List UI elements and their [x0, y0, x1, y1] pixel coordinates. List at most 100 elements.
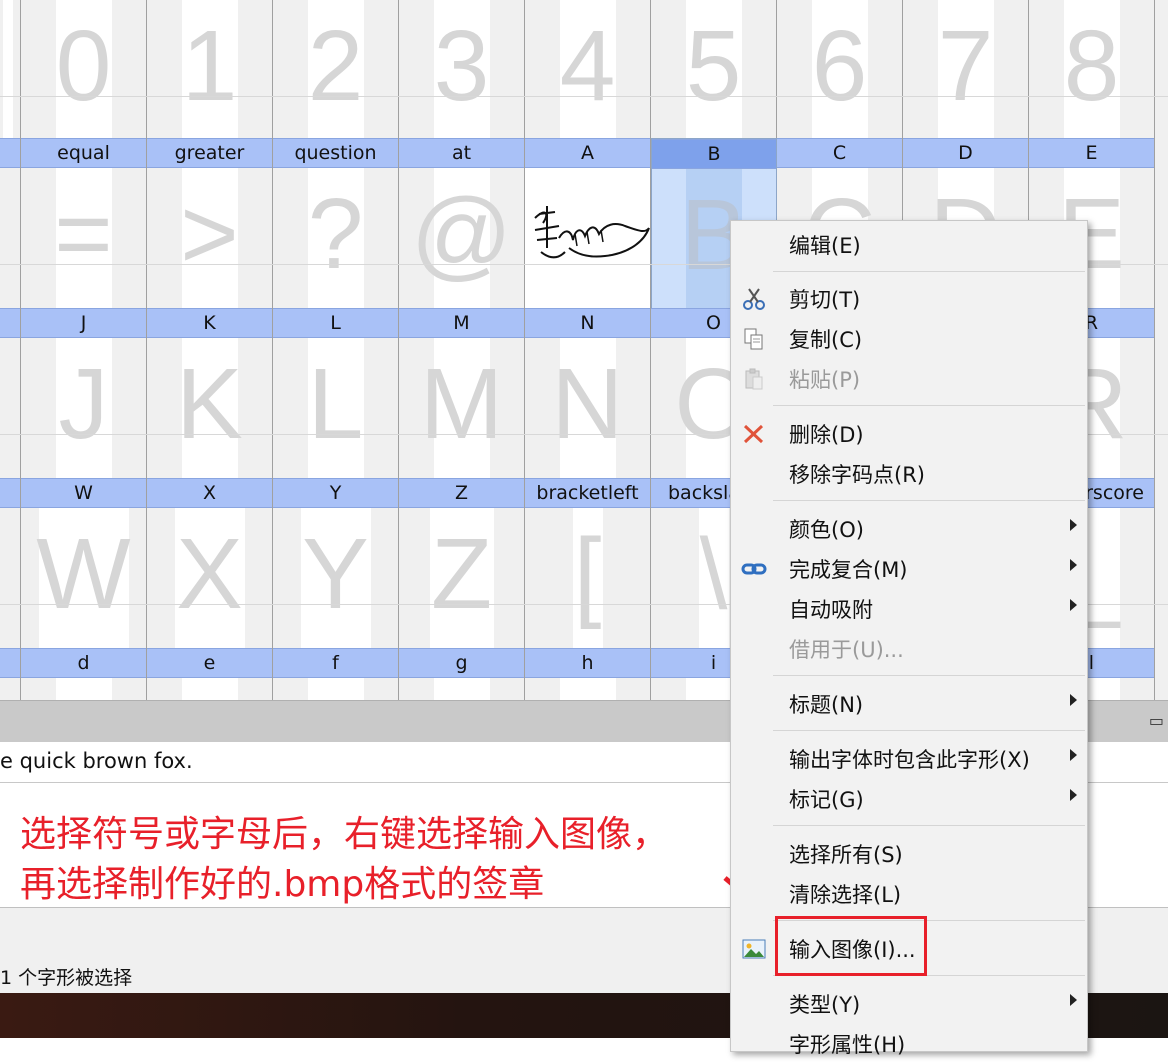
glyph-cell-W[interactable]: WW: [21, 478, 147, 648]
submenu-arrow-icon: [1070, 559, 1077, 571]
glyph-preview: 1: [181, 10, 238, 122]
glyph-cell-A[interactable]: A: [525, 138, 651, 308]
glyph-preview: 7: [937, 10, 994, 122]
glyph-name: question: [273, 138, 398, 168]
glyph-cell-0[interactable]: 0: [21, 0, 147, 140]
menu-item-edit[interactable]: 编辑(E): [731, 227, 1087, 263]
glyph-cell-3[interactable]: 3: [399, 0, 525, 140]
glyph-cell-greater[interactable]: greater >: [147, 138, 273, 308]
menu-item-color[interactable]: 颜色(O): [731, 511, 1087, 547]
glyph-cell-question[interactable]: question?: [273, 138, 399, 308]
glyph-cell-2[interactable]: 2: [273, 0, 399, 140]
menu-item-mark[interactable]: 标记(G): [731, 781, 1087, 817]
glyph-cell-f[interactable]: f: [273, 648, 399, 700]
glyph-name: N: [525, 308, 650, 338]
menu-item-copy[interactable]: 复制(C): [731, 321, 1087, 357]
glyph-name: A: [525, 138, 650, 168]
menu-item-remove-codepoint[interactable]: 移除字码点(R): [731, 456, 1087, 492]
glyph-preview: N: [551, 348, 624, 460]
glyph-cell-e[interactable]: e: [147, 648, 273, 700]
glyph-cell-Y[interactable]: YY: [273, 478, 399, 648]
glyph-preview: >: [180, 178, 239, 290]
glyph-name: Y: [273, 478, 398, 508]
glyph-cell[interactable]: [0, 308, 21, 478]
glyph-cell-M[interactable]: MM: [399, 308, 525, 478]
glyph-name: greater: [147, 138, 272, 168]
glyph-preview: 4: [559, 10, 616, 122]
menu-item-cut[interactable]: 剪切(T): [731, 281, 1087, 317]
menu-separator: [773, 825, 1085, 826]
glyph-name: Z: [399, 478, 524, 508]
copy-icon: [744, 328, 763, 350]
menu-item-select-all[interactable]: 选择所有(S): [731, 836, 1087, 872]
submenu-arrow-icon: [1070, 519, 1077, 531]
glyph-preview: 8: [1063, 10, 1120, 122]
delete-x-icon: [743, 424, 764, 444]
glyph-cell-d[interactable]: d: [21, 648, 147, 700]
glyph-cell-equal[interactable]: equal =: [21, 138, 147, 308]
menu-item-include-on-export[interactable]: 输出字体时包含此字形(X): [731, 741, 1087, 777]
glyph-preview: J: [58, 348, 109, 460]
menu-item-delete[interactable]: 删除(D): [731, 416, 1087, 452]
glyph-cell-4[interactable]: 4: [525, 0, 651, 140]
glyph-name: E: [1029, 138, 1154, 168]
glyph-cell-6[interactable]: 6: [777, 0, 903, 140]
glyph-cell-Z[interactable]: ZZ: [399, 478, 525, 648]
glyph-name: e: [147, 648, 272, 678]
selection-status: 1 个字形被选择: [0, 967, 133, 989]
glyph-name: C: [777, 138, 902, 168]
glyph-name: g: [399, 648, 524, 678]
glyph-preview: ?: [307, 178, 364, 290]
menu-item-paste[interactable]: 粘贴(P): [731, 361, 1087, 397]
glyph-preview: [: [573, 518, 602, 630]
glyph-name: M: [399, 308, 524, 338]
glyph-cell-1[interactable]: 1: [147, 0, 273, 140]
glyph-cell-at[interactable]: at @: [399, 138, 525, 308]
glyph-name: f: [273, 648, 398, 678]
link-icon: [741, 563, 767, 575]
glyph-preview: L: [307, 348, 364, 460]
glyph-cell-N[interactable]: NN: [525, 308, 651, 478]
glyph-name: at: [399, 138, 524, 168]
glyph-preview: W: [36, 518, 131, 630]
annotation-line-1: 选择符号或字母后，右键选择输入图像，: [20, 814, 669, 855]
glyph-cell[interactable]: [0, 478, 21, 648]
glyph-name: J: [21, 308, 146, 338]
glyph-cell-bracketleft[interactable]: bracketleft [: [525, 478, 651, 648]
glyph-cell-J[interactable]: JJ: [21, 308, 147, 478]
glyph-cell-h[interactable]: h: [525, 648, 651, 700]
glyph-preview: 0: [55, 10, 112, 122]
baseline-guide: [0, 96, 1168, 97]
menu-item-type[interactable]: 类型(Y): [731, 986, 1087, 1022]
glyph-name: equal: [21, 138, 146, 168]
menu-item-borrow[interactable]: 借用于(U)...: [731, 631, 1087, 667]
menu-separator: [773, 405, 1085, 406]
menu-separator: [773, 730, 1085, 731]
menu-item-glyph-props[interactable]: 字形属性(H): [731, 1026, 1087, 1062]
glyph-cell-5[interactable]: 5: [651, 0, 777, 140]
glyph-cell-K[interactable]: KK: [147, 308, 273, 478]
menu-item-auto-snap[interactable]: 自动吸附: [731, 591, 1087, 627]
menu-item-title[interactable]: 标题(N): [731, 686, 1087, 722]
glyph-preview: M: [419, 348, 504, 460]
glyph-cell[interactable]: [0, 648, 21, 700]
annotation-line-2: 再选择制作好的.bmp格式的签章: [20, 864, 545, 905]
glyph-cell-g[interactable]: g: [399, 648, 525, 700]
glyph-cell-X[interactable]: XX: [147, 478, 273, 648]
glyph-cell-8[interactable]: 8: [1029, 0, 1155, 140]
dock-icon[interactable]: ▭: [1149, 711, 1164, 730]
glyph-name: W: [21, 478, 146, 508]
scissors-icon: [743, 288, 765, 310]
menu-separator: [773, 271, 1085, 272]
glyph-preview: Z: [430, 518, 493, 630]
menu-item-clear-selection[interactable]: 清除选择(L): [731, 876, 1087, 912]
glyph-preview: @: [410, 178, 513, 290]
menu-item-finish-composite[interactable]: 完成复合(M): [731, 551, 1087, 587]
glyph-name: h: [525, 648, 650, 678]
glyph-cell-L[interactable]: LL: [273, 308, 399, 478]
glyph-cell-7[interactable]: 7: [903, 0, 1029, 140]
glyph-preview: X: [176, 518, 243, 630]
glyph-cell[interactable]: [0, 0, 21, 140]
glyph-preview: Y: [302, 518, 369, 630]
glyph-cell[interactable]: [0, 138, 21, 308]
